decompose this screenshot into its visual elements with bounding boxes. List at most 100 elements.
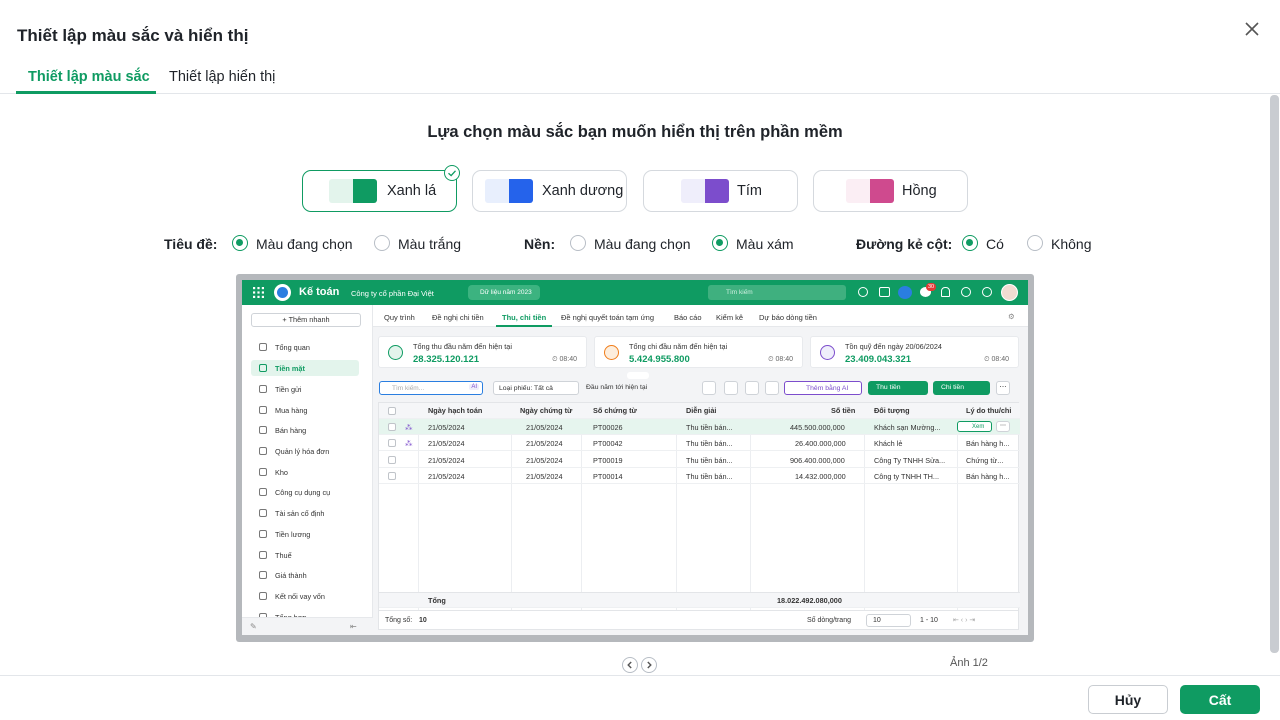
section-heading: Lựa chọn màu sắc bạn muốn hiển thị trên … — [427, 123, 843, 141]
more-actions-icon: ⋯ — [996, 381, 1010, 395]
preview-screenshot: Kế toán Công ty cổ phần Đại Việt Dữ liệu… — [242, 280, 1028, 635]
tab-bar: Thiết lập màu sắc Thiết lập hiển thị — [0, 60, 1280, 94]
edit-icon: ✎ — [250, 622, 257, 631]
sidebar-item-sales: Bán hàng — [251, 422, 359, 438]
swatch-dark-color — [870, 179, 894, 203]
save-button[interactable]: Cất — [1180, 685, 1260, 714]
table-total-row: Tổng 18.022.492.080,000 — [379, 592, 1020, 608]
swatch-light-color — [681, 179, 705, 203]
swatch-dark-color — [353, 179, 377, 203]
quick-add-button: + Thêm nhanh — [251, 313, 361, 327]
next-image-button[interactable] — [641, 657, 657, 673]
cancel-button[interactable]: Hủy — [1088, 685, 1168, 714]
title-option-label: Tiêu đề: — [164, 236, 218, 252]
export-icon — [724, 381, 738, 395]
radio-bg-gray[interactable] — [712, 235, 728, 251]
help-icon — [961, 287, 971, 297]
period-filter: Đầu năm tới hiện tại — [586, 384, 648, 391]
subtab-advance: Đề nghị quyết toán tạm ứng — [561, 313, 654, 322]
close-icon[interactable] — [1242, 19, 1262, 39]
table-row: ⁂ 21/05/2024 21/05/2024 PT00026 Thu tiền… — [379, 419, 1020, 435]
preview-table: Ngày hạch toán Ngày chứng từ Số chứng từ… — [378, 402, 1020, 613]
image-counter: Ảnh 1/2 — [950, 657, 988, 669]
bg-option-label: Nền: — [524, 236, 556, 252]
app-name: Kế toán — [299, 286, 340, 298]
bot-icon — [898, 286, 912, 299]
swatch-pink[interactable]: Hồng — [813, 170, 968, 212]
row-more-icon: ⋯ — [996, 421, 1010, 432]
radio-title-white[interactable] — [374, 235, 390, 251]
preview-main: Quy trình Đề nghị chi tiền Thu, chi tiền… — [373, 305, 1028, 635]
title-white-label[interactable]: Màu trắng — [398, 236, 461, 252]
swatch-dark-color — [509, 179, 533, 203]
sidebar-item-payroll: Tiền lương — [251, 526, 359, 542]
swatch-blue[interactable]: Xanh dương — [472, 170, 627, 212]
collapse-cards-handle — [627, 372, 649, 379]
column-no-label[interactable]: Không — [1051, 236, 1091, 252]
table-row: 21/05/2024 21/05/2024 PT00019 Thu tiền b… — [379, 452, 1020, 468]
more-circle-icon — [982, 287, 992, 297]
income-icon — [388, 345, 403, 360]
radio-column-no[interactable] — [1027, 235, 1043, 251]
subtab-payment-request: Đề nghị chi tiền — [432, 313, 484, 322]
sidebar-item-cost: Giá thành — [251, 567, 359, 583]
sidebar-item-deposit: Tiền gửi — [251, 381, 359, 397]
bg-gray-label[interactable]: Màu xám — [736, 236, 794, 252]
image-pager — [622, 657, 658, 673]
subtab-indicator — [496, 325, 552, 327]
active-tab-indicator — [16, 91, 156, 94]
subtab-reports: Báo cáo — [674, 313, 702, 322]
company-name: Công ty cổ phần Đại Việt — [351, 289, 434, 298]
scrollbar[interactable] — [1270, 95, 1279, 653]
tab-color-settings[interactable]: Thiết lập màu sắc — [28, 69, 150, 85]
subtab-inventory: Kiểm kê — [716, 313, 744, 322]
sidebar-item-warehouse: Kho — [251, 464, 359, 480]
summary-card-balance: Tồn quỹ đến ngày 20/06/2024 23.409.043.3… — [810, 336, 1019, 368]
tab-display-settings[interactable]: Thiết lập hiển thị — [169, 69, 275, 85]
summary-card-income: Tổng thu đầu năm đến hiện tại 28.325.120… — [378, 336, 587, 368]
swatch-dark-color — [705, 179, 729, 203]
subtab-receipts: Thu, chi tiền — [502, 313, 547, 322]
chevron-left-icon — [627, 661, 632, 669]
swatch-light-color — [485, 179, 509, 203]
view-icon — [745, 381, 759, 395]
avatar — [1001, 284, 1018, 301]
apps-grid-icon — [253, 287, 264, 298]
swatch-label: Tím — [737, 183, 762, 199]
table-header: Ngày hạch toán Ngày chứng từ Số chứng từ… — [379, 403, 1020, 419]
swatch-light-color — [846, 179, 870, 203]
swatch-label: Xanh dương — [542, 183, 624, 199]
subtab-forecast: Dự báo dòng tiền — [759, 313, 817, 322]
dialog-title: Thiết lập màu sắc và hiển thị — [17, 26, 249, 45]
dialog-footer: Hủy Cất — [0, 675, 1280, 720]
bg-current-label[interactable]: Màu đang chọn — [594, 236, 691, 252]
balance-icon — [820, 345, 835, 360]
sidebar-item-tools: Công cụ dụng cụ — [251, 484, 359, 500]
swatch-green[interactable]: Xanh lá — [302, 170, 457, 212]
column-yes-label[interactable]: Có — [986, 236, 1004, 252]
type-filter-select: Loại phiếu: Tất cả — [493, 381, 579, 395]
table-search-input: Tìm kiếm... AI — [379, 381, 483, 395]
view-row-button: Xem — [957, 421, 992, 432]
sidebar-item-cash: Tiền mặt — [251, 360, 359, 376]
sidebar-footer: ✎ ⇤ — [242, 617, 373, 635]
settings-sliders-icon: ⚙ — [1008, 312, 1015, 321]
notification-count: 30 — [926, 283, 937, 291]
radio-title-current[interactable] — [232, 235, 248, 251]
bell-icon — [941, 287, 950, 297]
column-line-option-label: Đường kẻ cột: — [856, 236, 953, 252]
subtab-process: Quy trình — [384, 313, 415, 322]
expense-icon — [604, 345, 619, 360]
previous-image-button[interactable] — [622, 657, 638, 673]
sidebar-item-purchase: Mua hàng — [251, 402, 359, 418]
selected-check-icon — [444, 165, 460, 181]
radio-column-yes[interactable] — [962, 235, 978, 251]
radio-bg-current[interactable] — [570, 235, 586, 251]
app-logo-icon — [274, 284, 291, 301]
title-current-label[interactable]: Màu đang chọn — [256, 236, 353, 252]
swatch-purple[interactable]: Tím — [643, 170, 798, 212]
swatch-label: Hồng — [902, 183, 937, 199]
chevron-right-icon — [647, 661, 652, 669]
summary-card-expense: Tổng chi đầu năm đến hiện tại 5.424.955.… — [594, 336, 803, 368]
ai-badge: AI — [469, 384, 479, 390]
